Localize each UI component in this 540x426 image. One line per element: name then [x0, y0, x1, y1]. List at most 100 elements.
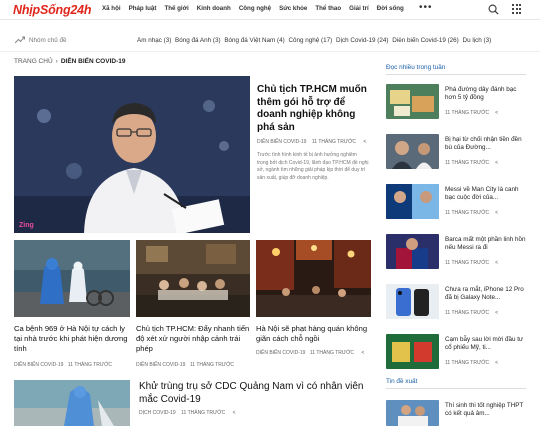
main-nav: Xã hội Pháp luật Thế giới Kinh doanh Côn… — [102, 5, 404, 12]
nav-item-kinh-doanh[interactable]: Kinh doanh — [197, 5, 231, 12]
sidebar-item-meta: 11 THÁNG TRƯỚC < — [445, 160, 498, 166]
share-icon[interactable]: < — [495, 160, 498, 166]
sidebar-thumbnail — [386, 134, 439, 169]
share-icon[interactable]: < — [495, 310, 498, 316]
article-category[interactable]: DIỄN BIẾN COVID-19 — [256, 350, 305, 356]
article-date: 11 THÁNG TRƯỚC — [445, 160, 490, 166]
sidebar-item-title[interactable]: Barca mất một phần linh hồn nếu Messi ra… — [445, 236, 527, 253]
topic-link[interactable]: Dịch Covid-19 (24) — [336, 37, 389, 44]
article-title[interactable]: Khử trùng trụ sở CDC Quảng Nam vì có nhâ… — [139, 380, 374, 406]
article-date: 11 THÁNG TRƯỚC — [67, 362, 112, 368]
sidebar-item-title[interactable]: Chưa ra mắt, iPhone 12 Pro đã bị Galaxy … — [445, 286, 527, 303]
image-watermark: Zing — [19, 222, 34, 229]
sidebar-item-meta: 11 THÁNG TRƯỚC < — [445, 110, 498, 116]
article-date: 11 THÁNG TRƯỚC — [445, 210, 490, 216]
article-meta: DỊCH COVID-19 11 THÁNG TRƯỚC < — [139, 410, 236, 416]
article-date: 11 THÁNG TRƯỚC — [189, 362, 234, 368]
nav-item-phap-luat[interactable]: Pháp luật — [129, 5, 157, 12]
sidebar-item-title[interactable]: Thí sinh thi tốt nghiệp THPT có kết quả … — [445, 402, 527, 419]
article-date: 11 THÁNG TRƯỚC — [181, 410, 226, 416]
share-icon[interactable]: < — [233, 410, 236, 416]
sidebar-item[interactable]: Cạm bẫy sau lời mời đầu tư cổ phiếu Mỹ, … — [386, 334, 528, 374]
sidebar-item-meta: 11 THÁNG TRƯỚC < — [445, 360, 498, 366]
article-date: 11 THÁNG TRƯỚC — [445, 310, 490, 316]
topic-link[interactable]: Du lịch (3) — [463, 37, 492, 44]
article-category[interactable]: DIỄN BIẾN COVID-19 — [136, 362, 185, 368]
breadcrumb-separator: › — [55, 58, 58, 65]
hero-article-summary: Trước tình hình kinh tế bị ảnh hưởng ngh… — [257, 152, 369, 181]
share-icon[interactable]: < — [363, 139, 366, 145]
article-category[interactable]: DỊCH COVID-19 — [139, 410, 176, 416]
sidebar-item-meta: 11 THÁNG TRƯỚC < — [445, 210, 498, 216]
sidebar-item-title[interactable]: Phá đường dây đánh bạc hơn 5 tỷ đồng — [445, 86, 527, 103]
sidebar-thumbnail — [386, 284, 439, 319]
nav-item-the-gioi[interactable]: Thế giới — [164, 5, 188, 12]
card-title[interactable]: Chủ tịch TP.HCM: Đẩy nhanh tiến độ xét x… — [136, 324, 252, 354]
sidebar-heading-recommended: Tin đề xuất — [386, 378, 418, 385]
sidebar-item[interactable]: Messi về Man City là canh bạc cuộc đời c… — [386, 184, 528, 224]
sidebar-item[interactable]: Thí sinh thi tốt nghiệp THPT có kết quả … — [386, 400, 528, 426]
article-category[interactable]: DIỄN BIẾN COVID-19 — [257, 139, 306, 145]
sidebar-thumbnail — [386, 84, 439, 119]
card-title[interactable]: Ca bệnh 969 ở Hà Nội tự cách ly tại nhà … — [14, 324, 130, 354]
topic-link[interactable]: Âm nhạc (3) — [137, 37, 171, 44]
topic-link[interactable]: Bóng đá Anh (3) — [175, 37, 221, 44]
nav-item-giai-tri[interactable]: Giải trí — [349, 5, 369, 12]
sidebar-item-title[interactable]: Bị hại từ chối nhận tiền đền bù của Đườn… — [445, 136, 527, 153]
share-icon[interactable]: < — [495, 360, 498, 366]
sidebar-item-title[interactable]: Cạm bẫy sau lời mời đầu tư cổ phiếu Mỹ, … — [445, 336, 527, 353]
share-icon[interactable]: < — [361, 350, 364, 356]
nav-item-the-thao[interactable]: Thể thao — [315, 5, 341, 12]
breadcrumb-current: DIỄN BIẾN COVID-19 — [60, 58, 126, 65]
article-image[interactable] — [14, 380, 130, 426]
topic-link[interactable]: Công nghệ (17) — [289, 37, 333, 44]
share-icon[interactable]: < — [495, 210, 498, 216]
sidebar-item-title[interactable]: Messi về Man City là canh bạc cuộc đời c… — [445, 186, 527, 203]
card-meta: DIỄN BIẾN COVID-19 11 THÁNG TRƯỚC < — [256, 350, 364, 356]
breadcrumb-home[interactable]: TRANG CHỦ — [14, 58, 53, 65]
trending-topics: Âm nhạc (3) Bóng đá Anh (3) Bóng đá Việt… — [137, 37, 537, 44]
sidebar-heading-popular: Đọc nhiều trong tuần — [386, 64, 446, 71]
sidebar-thumbnail — [386, 184, 439, 219]
search-icon[interactable] — [488, 4, 499, 15]
site-logo[interactable]: NhịpSống24h — [13, 3, 92, 17]
card-meta: DIỄN BIẾN COVID-19 11 THÁNG TRƯỚC — [136, 362, 234, 368]
nav-item-cong-nghe[interactable]: Công nghệ — [239, 5, 271, 12]
sidebar-item[interactable]: Chưa ra mắt, iPhone 12 Pro đã bị Galaxy … — [386, 284, 528, 324]
sidebar-item[interactable]: Phá đường dây đánh bạc hơn 5 tỷ đồng 11 … — [386, 84, 528, 124]
sidebar-thumbnail — [386, 334, 439, 369]
card-image[interactable] — [14, 240, 130, 317]
sidebar-thumbnail — [386, 400, 439, 426]
card-title[interactable]: Hà Nội sẽ phạt hàng quán không giãn cách… — [256, 324, 372, 344]
trending-icon — [15, 36, 25, 44]
nav-item-doi-song[interactable]: Đời sống — [377, 5, 404, 12]
trending-label: Nhóm chủ đề — [29, 37, 67, 44]
share-icon[interactable]: < — [495, 110, 498, 116]
hero-article-title[interactable]: Chủ tịch TP.HCM muốn thêm gói hỗ trợ để … — [257, 84, 369, 134]
share-icon[interactable]: < — [495, 260, 498, 266]
card-image[interactable] — [256, 240, 371, 317]
topic-link[interactable]: Diễn biến Covid-19 (26) — [392, 37, 459, 44]
sidebar-thumbnail — [386, 234, 439, 269]
sidebar-item-meta: 11 THÁNG TRƯỚC < — [445, 310, 498, 316]
nav-item-xa-hoi[interactable]: Xã hội — [102, 5, 121, 12]
article-date: 11 THÁNG TRƯỚC — [445, 260, 490, 266]
hero-article-image[interactable]: Zing — [14, 76, 250, 233]
sidebar-item[interactable]: Barca mất một phần linh hồn nếu Messi ra… — [386, 234, 528, 274]
divider — [386, 388, 526, 389]
article-category[interactable]: DIỄN BIẾN COVID-19 — [14, 362, 63, 368]
nav-item-suc-khoe[interactable]: Sức khỏe — [279, 5, 307, 12]
article-date: 11 THÁNG TRƯỚC — [309, 350, 354, 356]
trending-bar: Nhóm chủ đề Âm nhạc (3) Bóng đá Anh (3) … — [0, 30, 540, 52]
topic-link[interactable]: Bóng đá Việt Nam (4) — [224, 37, 284, 44]
card-image[interactable] — [136, 240, 250, 317]
apps-grid-icon[interactable] — [512, 4, 522, 14]
sidebar-item[interactable]: Bị hại từ chối nhận tiền đền bù của Đườn… — [386, 134, 528, 174]
sidebar-item-meta: 11 THÁNG TRƯỚC < — [445, 260, 498, 266]
article-date: 11 THÁNG TRƯỚC — [445, 360, 490, 366]
article-date: 11 THÁNG TRƯỚC — [445, 110, 490, 116]
hero-article-meta: DIỄN BIẾN COVID-19 11 THÁNG TRƯỚC < — [257, 139, 366, 145]
card-meta: DIỄN BIẾN COVID-19 11 THÁNG TRƯỚC — [14, 362, 112, 368]
top-navbar: NhịpSống24h Xã hội Pháp luật Thế giới Ki… — [0, 0, 540, 20]
more-menu-icon[interactable]: ••• — [419, 2, 433, 13]
